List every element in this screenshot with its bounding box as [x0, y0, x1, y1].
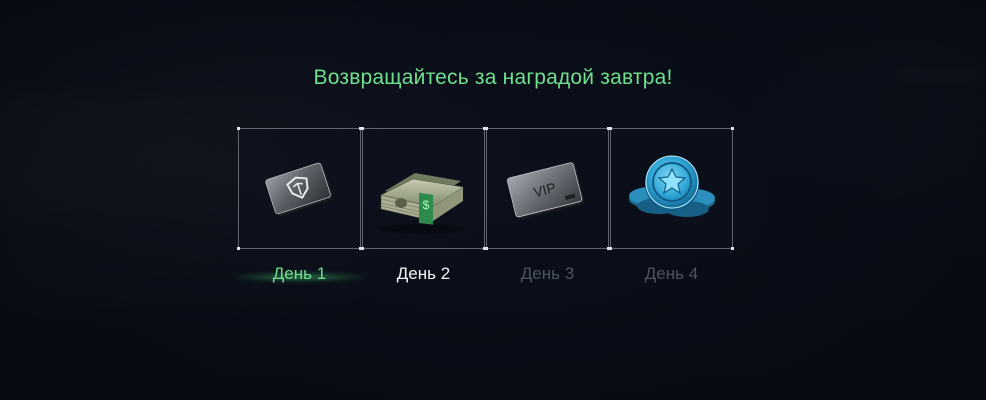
daily-reward-screen: Возвращайтесь за наградой завтра! $ VIP …	[0, 0, 986, 400]
svg-text:$: $	[423, 198, 430, 212]
coin-stack-icon	[629, 155, 715, 217]
reward-cards-row: $ VIP	[237, 127, 734, 251]
reward-card-day-4[interactable]	[609, 127, 734, 250]
reward-title: Возвращайтесь за наградой завтра!	[313, 66, 673, 89]
emblem-card-icon	[265, 162, 334, 216]
cash-stack-icon: $	[380, 173, 465, 234]
vip-card-icon: VIP	[507, 162, 585, 220]
day-label-2: День 2	[396, 264, 451, 283]
day-label-4: День 4	[644, 264, 699, 283]
reward-card-day-1[interactable]	[237, 127, 362, 250]
reward-card-day-2[interactable]: $	[361, 127, 486, 250]
day-label-1: День 1	[272, 264, 327, 283]
day-label-3: День 3	[520, 264, 575, 283]
reward-card-day-3[interactable]: VIP	[485, 127, 610, 250]
